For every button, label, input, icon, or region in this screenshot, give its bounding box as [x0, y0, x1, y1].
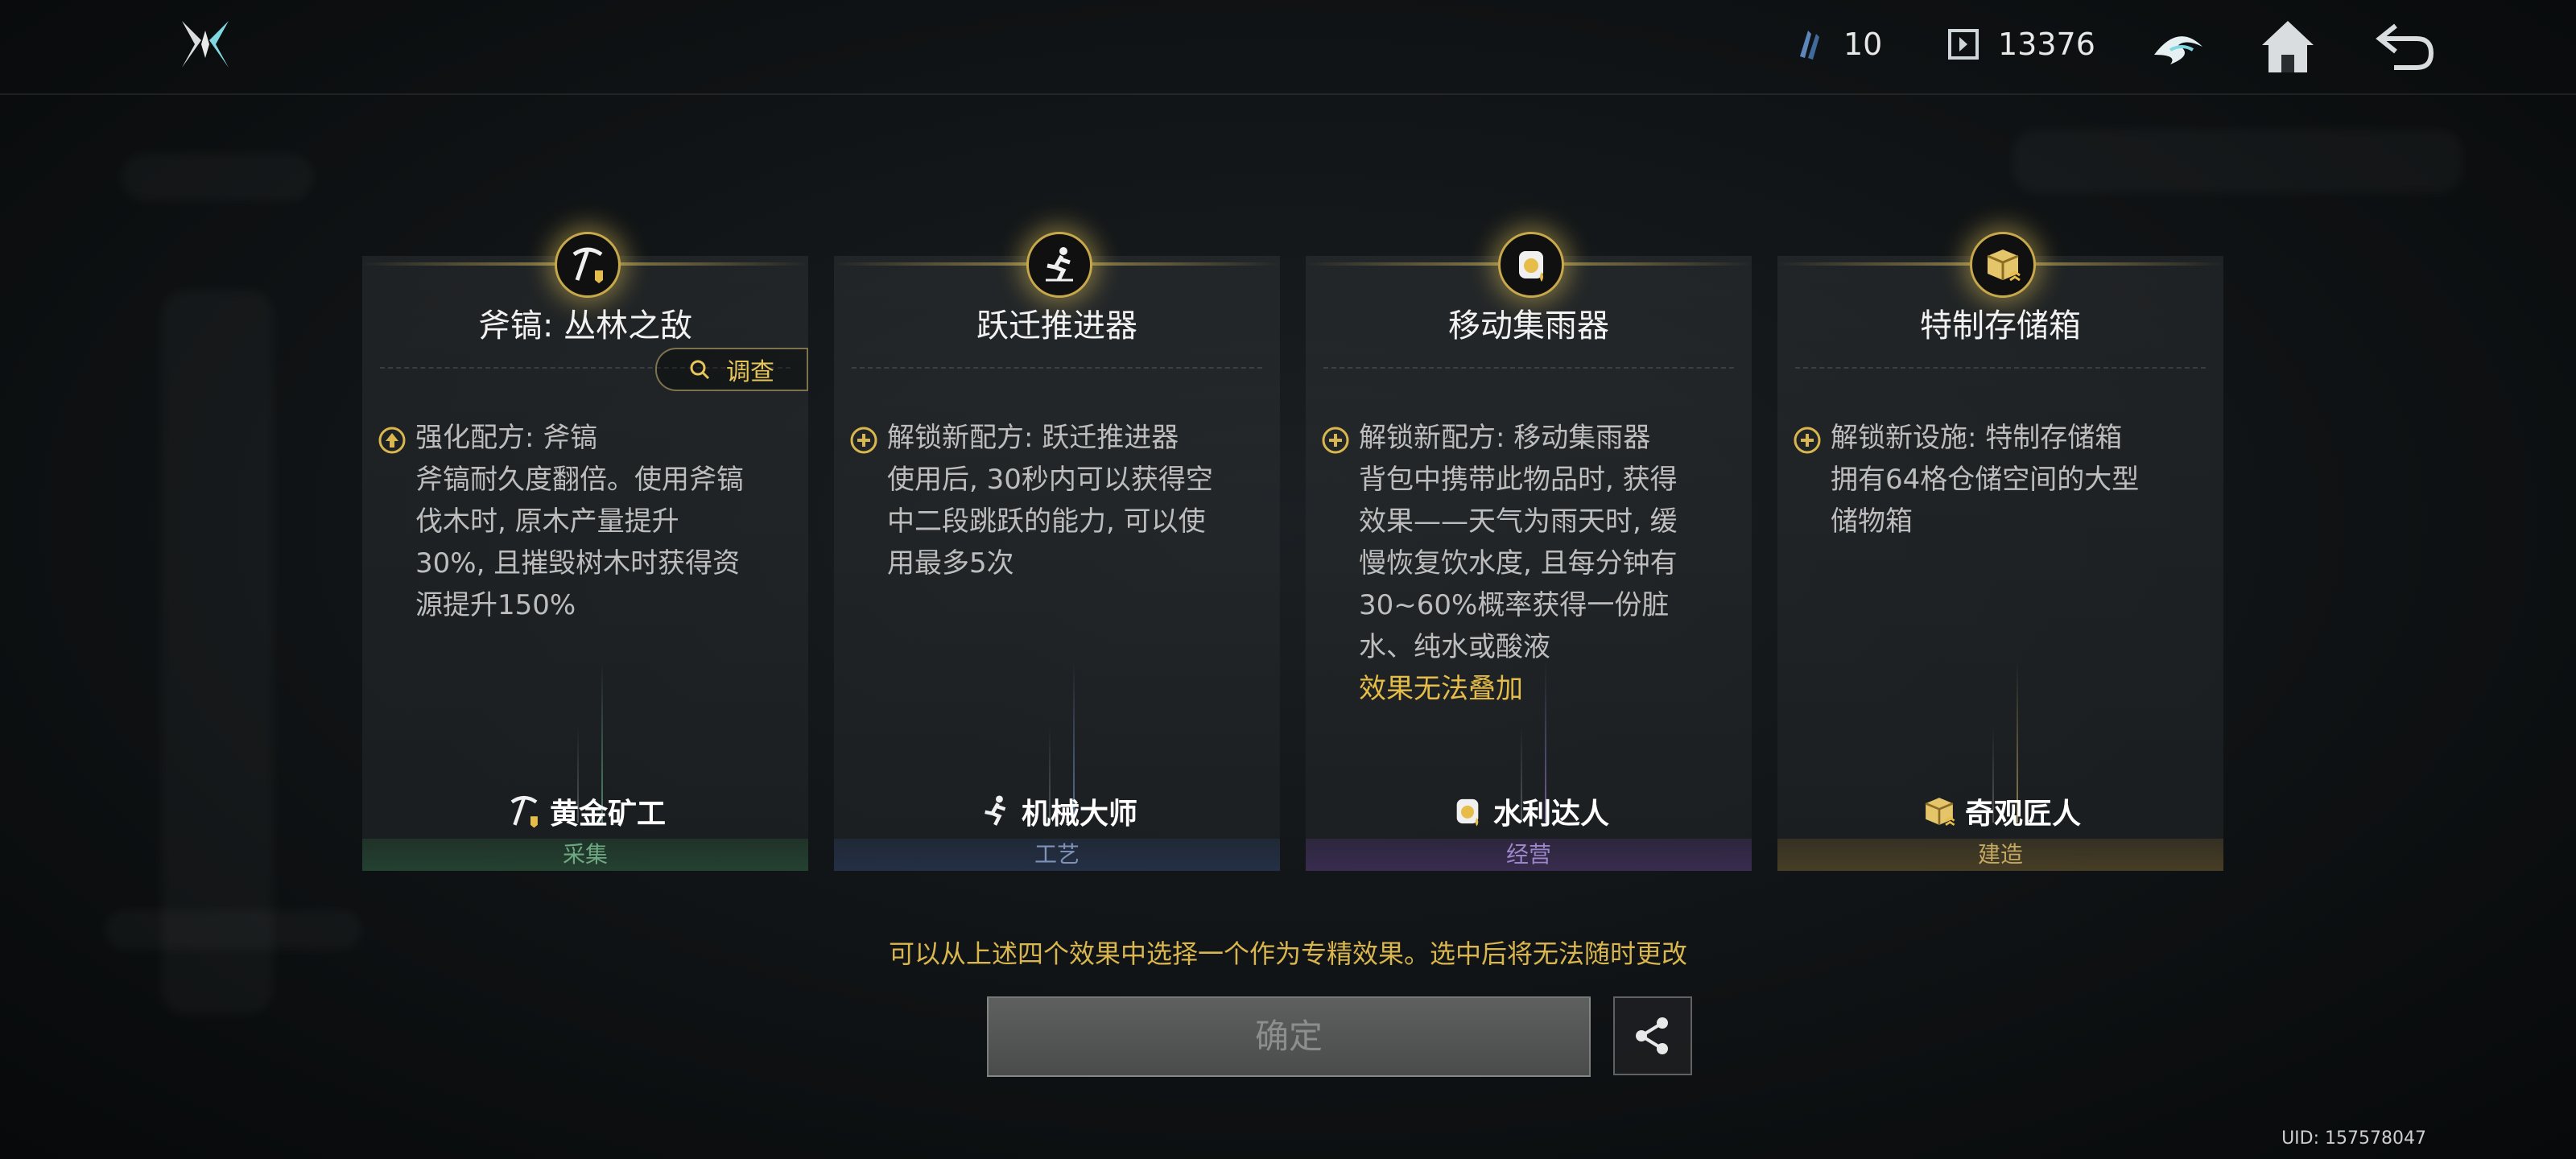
search-icon — [690, 360, 710, 380]
pickaxe-icon — [510, 795, 538, 828]
card-title: 跃迁推进器 — [976, 307, 1137, 344]
home-icon[interactable] — [2256, 14, 2320, 79]
effect-line: 30~60%概率获得一份脏 — [1359, 589, 1670, 621]
card-badge — [1026, 232, 1092, 298]
card-effect: 强化配方: 斧镐 斧镐耐久度翻倍。使用斧镐 伐木时, 原木产量提升 30%, 且… — [378, 417, 792, 626]
back-icon[interactable] — [2373, 14, 2438, 79]
option-card-pickaxe[interactable]: 斧镐: 丛林之敌 调查 强化配方: 斧镐 斧镐耐久度翻倍。使用斧镐 伐木时, 原… — [362, 232, 808, 871]
investigate-label: 调查 — [726, 358, 774, 386]
card-title: 特制存储箱 — [1920, 307, 2081, 344]
card-effect: 解锁新配方: 移动集雨器 背包中携带此物品时, 获得 效果——天气为雨天时, 缓… — [1322, 417, 1736, 710]
effect-line: 中二段跳跃的能力, 可以使 — [887, 505, 1206, 538]
card-effect: 解锁新配方: 跃迁推进器 使用后, 30秒内可以获得空 中二段跳跃的能力, 可以… — [850, 417, 1264, 584]
resource-crystal: 10 — [1789, 24, 1882, 64]
category-label: 经营 — [1306, 839, 1752, 871]
option-card-storage-box[interactable]: 特制存储箱 解锁新设施: 特制存储箱 拥有64格仓储空间的大型 储物箱 奇观匠人… — [1777, 232, 2223, 871]
effect-line: 使用后, 30秒内可以获得空 — [887, 464, 1213, 496]
resource-crystal-value: 10 — [1843, 27, 1883, 62]
option-card-jump-thruster[interactable]: 跃迁推进器 解锁新配方: 跃迁推进器 使用后, 30秒内可以获得空 中二段跳跃的… — [834, 232, 1280, 871]
effect-note: 效果无法叠加 — [1359, 673, 1523, 705]
effect-line: 伐木时, 原木产量提升 — [415, 505, 679, 538]
role-name: 机械大师 — [1021, 798, 1137, 831]
effect-line: 斧镐耐久度翻倍。使用斧镐 — [415, 464, 744, 496]
role-label: 机械大师 — [834, 790, 1280, 832]
background-blur — [2013, 129, 2463, 193]
pickaxe-icon — [572, 247, 603, 283]
card-badge — [1970, 232, 2036, 298]
effect-line: 拥有64格仓储空间的大型 — [1831, 464, 2140, 496]
background-blur — [161, 290, 274, 1014]
top-bar: 10 13376 — [0, 0, 2576, 95]
share-icon — [1636, 1017, 1668, 1054]
effect-line: 背包中携带此物品时, 获得 — [1359, 464, 1678, 496]
effect-line: 效果——天气为雨天时, 缓 — [1359, 505, 1678, 538]
resource-token: 13376 — [1943, 24, 2095, 64]
category-label: 工艺 — [834, 839, 1280, 871]
confirm-button[interactable]: 确定 — [987, 996, 1591, 1077]
effect-line: 储物箱 — [1831, 505, 1913, 538]
role-label: 水利达人 — [1306, 790, 1752, 832]
category-label: 建造 — [1777, 839, 2223, 871]
role-name: 奇观匠人 — [1964, 798, 2081, 831]
plus-circle-icon — [1322, 427, 1349, 454]
resource-token-value: 13376 — [1998, 27, 2095, 62]
jumping-figure-icon — [1046, 247, 1073, 282]
logo-icon — [182, 21, 229, 68]
faction-emblem-icon[interactable] — [2146, 14, 2211, 79]
share-button[interactable] — [1613, 996, 1692, 1075]
category-label: 采集 — [362, 839, 808, 871]
card-divider — [1323, 367, 1734, 369]
effect-line: 源提升150% — [415, 589, 576, 621]
crystal-shard-icon — [1800, 31, 1819, 60]
effect-line: 解锁新配方: 跃迁推进器 — [887, 422, 1179, 454]
card-divider — [852, 367, 1262, 369]
plus-circle-icon — [850, 427, 877, 454]
option-card-rain-collector[interactable]: 移动集雨器 解锁新配方: 移动集雨器 背包中携带此物品时, 获得 效果——天气为… — [1306, 232, 1752, 871]
card-badge — [1498, 232, 1564, 298]
card-divider — [1795, 367, 2206, 369]
effect-line: 解锁新设施: 特制存储箱 — [1831, 422, 2123, 454]
upgrade-arrow-icon — [378, 427, 406, 454]
effect-line: 解锁新配方: 移动集雨器 — [1359, 422, 1651, 454]
card-title: 斧镐: 丛林之敌 — [477, 307, 693, 344]
rain-collector-icon — [1456, 798, 1479, 827]
jumping-figure-icon — [985, 795, 1006, 826]
plus-circle-icon — [1794, 427, 1821, 454]
effect-line: 强化配方: 斧镐 — [415, 422, 598, 454]
storage-box-icon — [1987, 250, 2021, 282]
role-label: 黄金矿工 — [362, 790, 808, 832]
effect-line: 30%, 且摧毁树木时获得资 — [415, 547, 741, 580]
storage-box-icon — [1925, 798, 1955, 826]
card-badge — [555, 232, 621, 298]
role-name: 黄金矿工 — [549, 798, 666, 831]
frame-token-icon — [1948, 29, 1979, 60]
role-name: 水利达人 — [1492, 798, 1609, 831]
rain-collector-icon — [1519, 251, 1543, 282]
effect-line: 用最多5次 — [887, 547, 1014, 580]
investigate-button[interactable]: 调查 — [655, 348, 808, 391]
card-effect: 解锁新设施: 特制存储箱 拥有64格仓储空间的大型 储物箱 — [1794, 417, 2207, 542]
uid-label: UID: 157578047 — [2281, 1128, 2426, 1149]
selection-hint: 可以从上述四个效果中选择一个作为专精效果。选中后将无法随时更改 — [888, 938, 1687, 969]
role-label: 奇观匠人 — [1777, 790, 2223, 832]
effect-line: 水、纯水或酸液 — [1359, 631, 1550, 663]
card-title: 移动集雨器 — [1448, 307, 1609, 344]
effect-line: 慢恢复饮水度, 且每分钟有 — [1359, 547, 1678, 580]
background-blur — [121, 153, 314, 201]
